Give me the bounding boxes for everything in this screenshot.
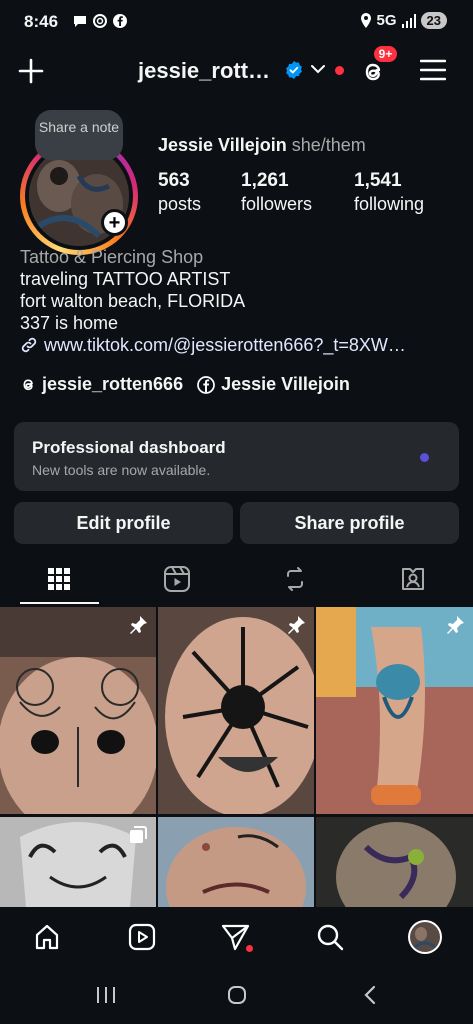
pin-icon (130, 616, 147, 634)
threads-profile-link[interactable]: jessie_rotten666 (20, 374, 183, 395)
dashboard-subtitle: New tools are now available. (32, 462, 211, 478)
threads-status-icon (93, 14, 107, 28)
share-profile-button[interactable]: Share profile (240, 502, 459, 544)
create-plus-icon[interactable] (18, 58, 44, 84)
profile-tabs (0, 552, 473, 606)
grid-post[interactable] (158, 607, 314, 814)
add-story-plus-icon[interactable]: + (101, 209, 128, 236)
signal-icon (401, 13, 416, 28)
recent-apps-icon[interactable] (96, 986, 116, 1004)
share-note-bubble[interactable]: Share a note (35, 110, 123, 160)
tab-reels[interactable] (118, 552, 236, 606)
nav-search[interactable] (312, 919, 348, 955)
profile-bio: Tattoo & Piercing Shop traveling TATTOO … (20, 246, 460, 356)
reels-nav-icon (128, 923, 156, 951)
messages-notification-dot (246, 945, 253, 952)
network-label: 5G (376, 12, 397, 29)
home-button-icon[interactable] (227, 985, 247, 1005)
grid-post[interactable] (0, 817, 156, 907)
pin-icon (447, 616, 464, 634)
pronouns: she/them (291, 135, 366, 155)
bio-line: traveling TATTOO ARTIST (20, 269, 231, 289)
edit-profile-button[interactable]: Edit profile (14, 502, 233, 544)
reels-icon (164, 566, 190, 592)
full-name: Jessie Villejoin she/them (158, 135, 366, 155)
stat-following[interactable]: 1,541 following (354, 170, 424, 215)
chevron-down-icon[interactable] (311, 64, 325, 74)
nav-messages[interactable] (218, 919, 254, 955)
stat-followers[interactable]: 1,261 followers (241, 170, 312, 215)
back-icon[interactable] (363, 985, 377, 1005)
menu-hamburger-icon[interactable] (420, 59, 446, 81)
status-bar: 8:46 5G 23 (0, 0, 473, 44)
profile-avatar-small (408, 920, 442, 954)
nav-profile[interactable] (407, 919, 443, 955)
tab-tagged[interactable] (354, 552, 472, 606)
grid-post[interactable] (316, 817, 473, 907)
professional-dashboard[interactable]: Professional dashboard New tools are now… (14, 422, 459, 491)
grid-post[interactable] (0, 607, 156, 814)
bio-link[interactable]: www.tiktok.com/@jessierotten666?_t=8XW… (20, 334, 460, 356)
battery-level: 23 (420, 12, 447, 29)
account-notification-dot (335, 66, 344, 75)
grid-post[interactable] (158, 817, 314, 907)
nav-home[interactable] (29, 919, 65, 955)
location-icon (360, 13, 371, 28)
bio-line: 337 is home (20, 313, 119, 333)
grid-post[interactable] (316, 607, 473, 814)
threads-small-icon (23, 378, 33, 390)
carousel-icon (130, 826, 147, 843)
verified-badge-icon (286, 61, 302, 79)
threads-badge: 9+ (372, 44, 399, 64)
social-links: jessie_rotten666 Jessie Villejoin (20, 374, 350, 395)
bottom-nav (0, 907, 473, 967)
top-bar: jessie_rott… 9+ (0, 44, 473, 98)
facebook-profile-link[interactable]: Jessie Villejoin (197, 374, 350, 395)
dashboard-indicator-dot (420, 453, 429, 462)
home-icon (35, 924, 59, 950)
search-icon (317, 924, 344, 951)
pin-icon (288, 616, 305, 634)
reposts-icon (287, 567, 303, 591)
dashboard-title: Professional dashboard (32, 438, 226, 457)
business-category: Tattoo & Piercing Shop (20, 247, 204, 267)
tab-reposts[interactable] (236, 552, 354, 606)
nav-reels[interactable] (124, 919, 160, 955)
system-navigation (0, 967, 473, 1024)
facebook-icon (197, 375, 215, 394)
active-tab-indicator (20, 602, 99, 604)
message-icon (74, 16, 86, 27)
username-switcher[interactable]: jessie_rott… (138, 58, 270, 84)
bio-line: fort walton beach, FLORIDA (20, 291, 246, 311)
stat-posts[interactable]: 563 posts (158, 170, 201, 215)
tab-posts-grid[interactable] (0, 552, 118, 606)
grid-icon (48, 568, 70, 590)
tagged-icon (402, 568, 424, 590)
link-icon (21, 337, 37, 353)
facebook-status-icon (113, 14, 127, 28)
status-time: 8:46 (24, 12, 59, 31)
